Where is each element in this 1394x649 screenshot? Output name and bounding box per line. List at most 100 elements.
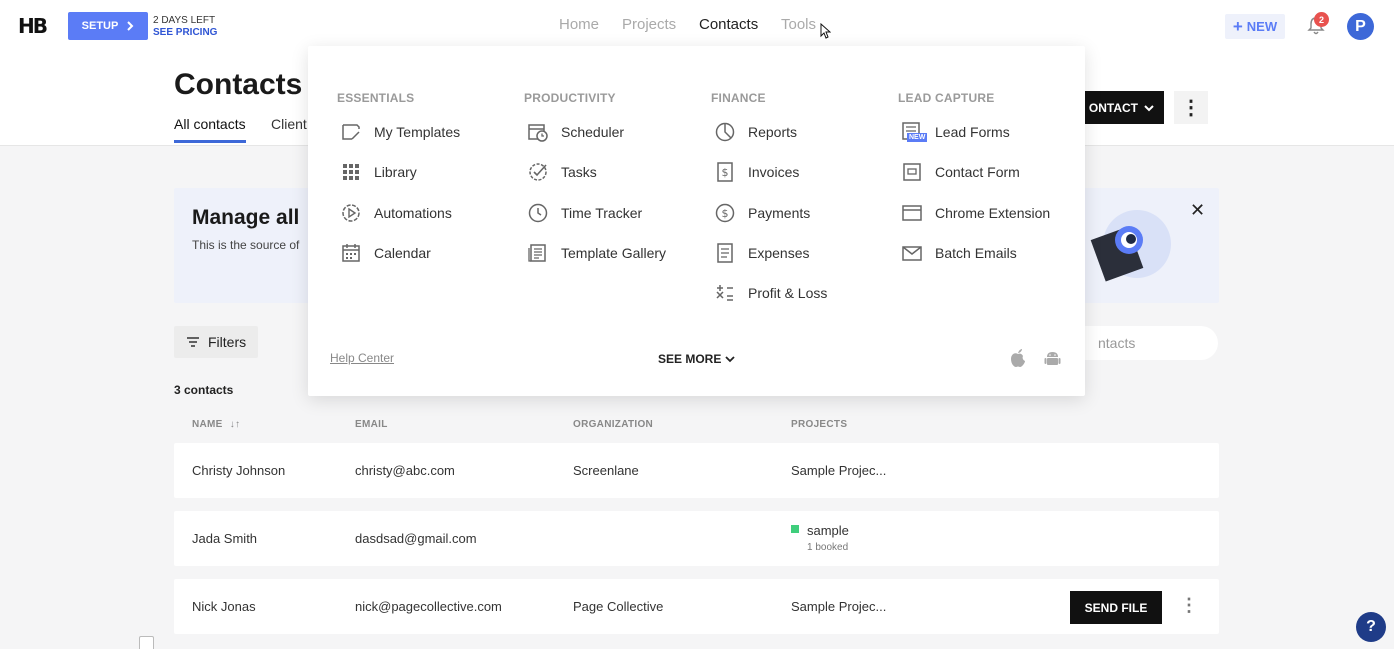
tab-all-contacts[interactable]: All contacts (174, 116, 246, 143)
avatar[interactable]: P (1347, 13, 1374, 40)
menu-item-time-tracker[interactable]: Time Tracker (527, 201, 642, 225)
menu-heading-productivity: PRODUCTIVITY (524, 91, 616, 105)
column-header-projects[interactable]: PROJECTS (791, 419, 847, 430)
chevron-down-icon (1144, 104, 1154, 111)
chevron-right-icon (127, 21, 134, 31)
nav-projects[interactable]: Projects (622, 16, 676, 33)
setup-button[interactable]: SETUP (68, 12, 148, 40)
banner-title: Manage all (192, 206, 300, 229)
row-more-options-icon[interactable]: ⋮ (1180, 595, 1198, 616)
contact-name[interactable]: Jada Smith (192, 531, 257, 546)
menu-item-lead-forms[interactable]: NEW Lead Forms (901, 120, 1010, 144)
contact-project[interactable]: sample (807, 523, 849, 538)
new-button-label: NEW (1246, 19, 1278, 34)
add-contact-label: ONTACT (1088, 100, 1138, 115)
menu-item-template-gallery[interactable]: Template Gallery (527, 241, 666, 265)
menu-item-expenses[interactable]: Expenses (714, 241, 809, 265)
sort-icon: ↓↑ (229, 419, 241, 430)
menu-item-label: Tasks (561, 164, 597, 180)
nav-contacts[interactable]: Contacts (699, 16, 758, 33)
tools-dropdown-menu: ESSENTIALS PRODUCTIVITY FINANCE LEAD CAP… (308, 46, 1085, 396)
setup-label: SETUP (81, 20, 119, 32)
templates-icon (342, 124, 360, 140)
table-row[interactable]: Christy Johnson christy@abc.com Screenla… (174, 443, 1219, 498)
project-booked-count: 1 booked (807, 542, 849, 553)
filter-icon (187, 337, 199, 347)
menu-item-label: Batch Emails (935, 245, 1017, 261)
menu-item-reports[interactable]: Reports (714, 120, 797, 144)
column-name-label: NAME (192, 419, 223, 430)
calculator-icon (716, 285, 733, 301)
contact-name[interactable]: Christy Johnson (192, 463, 285, 478)
check-circle-icon (529, 163, 547, 181)
select-checkbox[interactable] (139, 636, 154, 649)
menu-heading-essentials: ESSENTIALS (337, 91, 415, 105)
see-pricing-link[interactable]: SEE PRICING (153, 27, 217, 39)
chevron-down-icon (725, 356, 735, 363)
menu-item-label: Reports (748, 124, 798, 140)
help-button[interactable]: ? (1356, 612, 1386, 642)
android-icon[interactable] (1044, 349, 1061, 367)
contact-email: christy@abc.com (355, 463, 455, 478)
calendar-icon (342, 244, 360, 262)
menu-item-automations[interactable]: Automations (340, 201, 452, 225)
menu-item-calendar[interactable]: Calendar (340, 241, 431, 265)
menu-item-label: Calendar (374, 245, 431, 261)
apple-icon[interactable] (1009, 348, 1027, 368)
table-row[interactable]: Jada Smith dasdsad@gmail.com sample 1 bo… (174, 511, 1219, 566)
banner-subtitle: This is the source of (192, 238, 300, 252)
plus-icon: + (1232, 17, 1243, 36)
invoice-icon: $ (717, 162, 733, 182)
menu-item-scheduler[interactable]: Scheduler (527, 120, 624, 144)
menu-item-label: Library (374, 164, 417, 180)
new-badge: NEW (907, 133, 928, 142)
see-more-button[interactable]: SEE MORE (658, 352, 735, 366)
scheduler-icon (528, 124, 548, 142)
contact-project[interactable]: Sample Projec... (791, 599, 886, 614)
menu-item-batch-emails[interactable]: Batch Emails (901, 241, 1017, 265)
menu-item-label: Expenses (748, 245, 810, 261)
grid-icon (343, 164, 359, 180)
contact-email: dasdsad@gmail.com (355, 531, 477, 546)
svg-text:$: $ (722, 166, 729, 179)
page-title: Contacts (174, 68, 303, 101)
new-button[interactable]: + NEW (1225, 14, 1285, 39)
column-header-email[interactable]: EMAIL (355, 419, 388, 430)
see-more-label: SEE MORE (658, 352, 722, 366)
menu-item-label: Time Tracker (561, 205, 643, 221)
dollar-circle-icon: $ (715, 203, 735, 223)
menu-item-profit-loss[interactable]: Profit & Loss (714, 281, 827, 305)
menu-item-library[interactable]: Library (340, 160, 417, 184)
menu-item-tasks[interactable]: Tasks (527, 160, 597, 184)
nav-tools[interactable]: Tools (781, 16, 816, 33)
more-options-icon[interactable]: ⋮ (1174, 91, 1208, 124)
contact-project[interactable]: Sample Projec... (791, 463, 886, 478)
nav-home[interactable]: Home (559, 16, 599, 33)
menu-item-contact-form[interactable]: Contact Form (901, 160, 1020, 184)
menu-item-label: Scheduler (561, 124, 625, 140)
menu-item-chrome-extension[interactable]: Chrome Extension (901, 201, 1050, 225)
contact-email: nick@pagecollective.com (355, 599, 502, 614)
table-row[interactable]: Nick Jonas nick@pagecollective.com Page … (174, 579, 1219, 634)
tab-clients[interactable]: Client (271, 116, 307, 132)
menu-item-label: Template Gallery (561, 245, 667, 261)
top-navigation-bar: HB SETUP 2 DAYS LEFT SEE PRICING Home Pr… (0, 0, 1394, 52)
menu-item-label: Profit & Loss (748, 285, 828, 301)
honeybook-logo[interactable]: HB (18, 14, 48, 38)
envelope-icon (902, 246, 922, 261)
menu-item-invoices[interactable]: $ Invoices (714, 160, 799, 184)
filters-button[interactable]: Filters (174, 326, 258, 358)
days-left-text: 2 DAYS LEFT (153, 15, 216, 26)
contact-name[interactable]: Nick Jonas (192, 599, 256, 614)
mouse-cursor-icon (820, 23, 831, 39)
column-header-organization[interactable]: ORGANIZATION (573, 419, 653, 430)
help-center-link[interactable]: Help Center (330, 351, 394, 365)
menu-item-payments[interactable]: $ Payments (714, 201, 810, 225)
menu-item-my-templates[interactable]: My Templates (340, 120, 460, 144)
trial-info: 2 DAYS LEFT SEE PRICING (153, 15, 217, 39)
browser-window-icon (902, 205, 922, 221)
close-icon[interactable]: ✕ (1190, 200, 1205, 221)
column-header-name[interactable]: NAME ↓↑ (192, 419, 240, 430)
send-file-button[interactable]: SEND FILE (1070, 591, 1162, 624)
menu-item-label: Automations (374, 205, 452, 221)
